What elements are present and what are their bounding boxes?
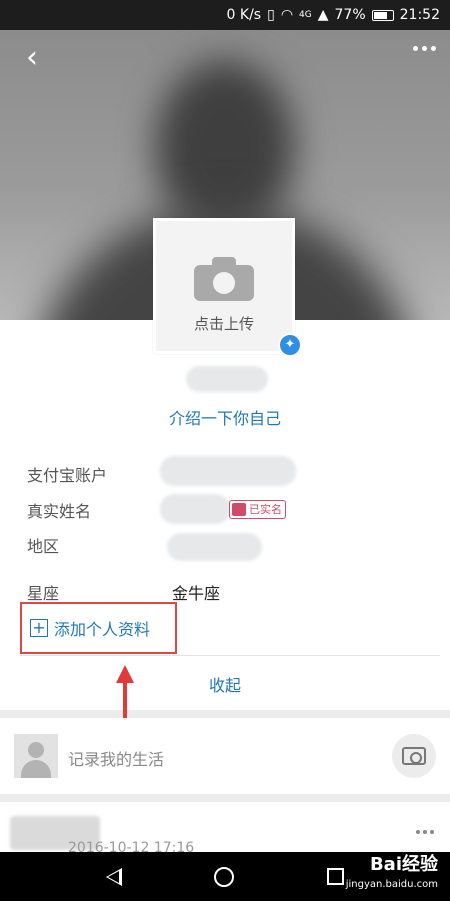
field-label-zodiac: 星座	[27, 584, 60, 603]
realname-badge-label: 已实名	[249, 503, 282, 516]
network-type: 4G	[299, 10, 312, 20]
network-speed: 0 K/s	[226, 7, 262, 23]
user-avatar-icon	[14, 734, 58, 778]
blurred-real-name	[160, 494, 230, 524]
nav-back-icon[interactable]	[106, 867, 123, 886]
field-value-zodiac: 金牛座	[172, 584, 221, 603]
watermark-logo: Bai经验 jingyan.baidu.com	[346, 855, 438, 895]
blurred-nickname	[186, 366, 268, 392]
camera-icon	[194, 255, 254, 301]
verified-star-icon: ✦	[278, 333, 302, 357]
add-profile-button[interactable]: + 添加个人资料	[20, 602, 177, 654]
intro-link[interactable]: 介绍一下你自己	[0, 405, 450, 429]
plus-icon: +	[30, 619, 48, 637]
field-label-region: 地区	[27, 537, 60, 556]
watermark-url: jingyan.baidu.com	[345, 879, 438, 890]
life-composer[interactable]: 记录我的生活	[0, 718, 450, 794]
post-more-icon[interactable]	[416, 830, 434, 834]
life-input-placeholder[interactable]: 记录我的生活	[68, 746, 164, 770]
more-menu-icon[interactable]	[413, 46, 436, 51]
blurred-account	[160, 456, 296, 486]
watermark-brand: Bai经验	[369, 854, 438, 875]
clock: 21:52	[399, 7, 440, 23]
nav-home-icon[interactable]	[214, 866, 235, 887]
upload-label: 点击上传	[193, 315, 254, 333]
wifi-icon: ◠	[280, 7, 294, 23]
realname-badge: 已实名	[229, 500, 286, 519]
field-label-alipay-account: 支付宝账户	[27, 466, 108, 485]
vibrate-icon: ▯	[267, 7, 275, 23]
status-bar: 0 K/s ▯ ◠ 4G ▲ 77% 21:52	[0, 0, 450, 30]
collapse-button[interactable]: 收起	[0, 672, 450, 696]
field-label-real-name: 真实姓名	[27, 502, 92, 521]
back-arrow-icon[interactable]: ‹	[14, 40, 50, 76]
add-profile-label: 添加个人资料	[54, 620, 151, 639]
realname-icon	[232, 503, 246, 516]
battery-percent: 77%	[334, 7, 366, 23]
post-item[interactable]: 2016-10-12 17:16	[0, 802, 450, 856]
battery-icon	[371, 9, 394, 21]
blurred-region	[167, 533, 262, 561]
divider	[20, 655, 440, 656]
camera-button-icon[interactable]	[392, 734, 436, 778]
signal-icon: ▲	[317, 7, 329, 23]
avatar-upload[interactable]: 点击上传	[153, 218, 295, 354]
nav-recent-icon[interactable]	[326, 868, 344, 885]
